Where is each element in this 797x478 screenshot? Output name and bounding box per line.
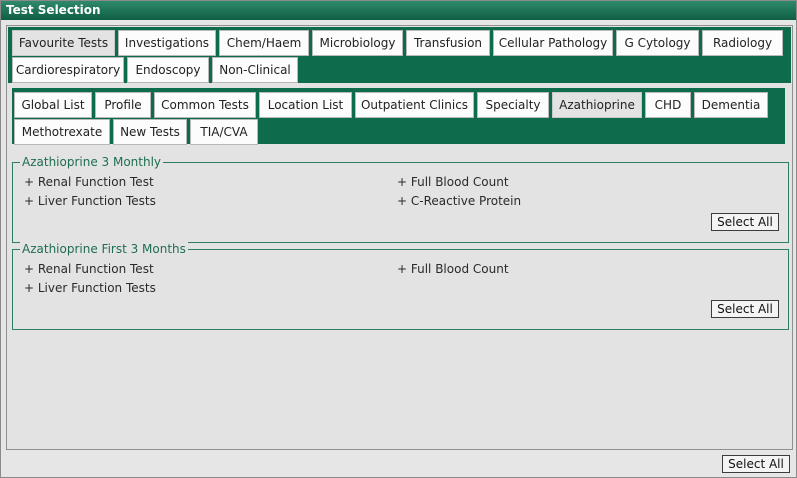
tab-outpatient-clinics[interactable]: Outpatient Clinics (355, 92, 474, 118)
footer-select-all-button[interactable]: Select All (722, 455, 790, 473)
test-full-blood-count[interactable]: + Full Blood Count (397, 262, 509, 276)
group-azathioprine-3-monthly: Azathioprine 3 Monthly + Renal Function … (12, 155, 789, 243)
test-renal-function[interactable]: + Renal Function Test (24, 262, 154, 276)
tab-methotrexate[interactable]: Methotrexate (14, 119, 110, 145)
tab-common-tests[interactable]: Common Tests (154, 92, 256, 118)
tab-investigations[interactable]: Investigations (118, 30, 216, 56)
tab-new-tests[interactable]: New Tests (113, 119, 187, 145)
tab-cardiorespiratory[interactable]: Cardiorespiratory (12, 57, 124, 83)
group-azathioprine-first-3-months: Azathioprine First 3 Months + Renal Func… (12, 242, 789, 330)
tab-chem-haem[interactable]: Chem/Haem (219, 30, 309, 56)
select-all-button[interactable]: Select All (711, 300, 779, 318)
tab-radiology[interactable]: Radiology (702, 30, 783, 56)
test-liver-function[interactable]: + Liver Function Tests (24, 194, 156, 208)
group-title: Azathioprine 3 Monthly (20, 155, 164, 169)
test-selection-window: Test Selection Favourite Tests Investiga… (0, 0, 797, 478)
window-title: Test Selection (1, 1, 796, 20)
tab-tia-cva[interactable]: TIA/CVA (190, 119, 258, 145)
tab-azathioprine[interactable]: Azathioprine (552, 92, 642, 118)
tab-transfusion[interactable]: Transfusion (406, 30, 490, 56)
test-liver-function[interactable]: + Liver Function Tests (24, 281, 156, 295)
tab-favourite-tests[interactable]: Favourite Tests (12, 30, 115, 56)
tab-endoscopy[interactable]: Endoscopy (127, 57, 209, 83)
tab-location-list[interactable]: Location List (259, 92, 352, 118)
tab-chd[interactable]: CHD (645, 92, 691, 118)
tab-microbiology[interactable]: Microbiology (312, 30, 403, 56)
tab-cellular-pathology[interactable]: Cellular Pathology (493, 30, 613, 56)
test-c-reactive-protein[interactable]: + C-Reactive Protein (397, 194, 521, 208)
test-full-blood-count[interactable]: + Full Blood Count (397, 175, 509, 189)
category-tab-strip: Favourite Tests Investigations Chem/Haem… (8, 27, 791, 83)
test-renal-function[interactable]: + Renal Function Test (24, 175, 154, 189)
select-all-button[interactable]: Select All (711, 213, 779, 231)
group-title: Azathioprine First 3 Months (20, 242, 188, 256)
tab-non-clinical[interactable]: Non-Clinical (212, 57, 298, 83)
test-selection-panel: Favourite Tests Investigations Chem/Haem… (6, 25, 793, 450)
tab-g-cytology[interactable]: G Cytology (616, 30, 699, 56)
tab-specialty[interactable]: Specialty (477, 92, 549, 118)
tab-dementia[interactable]: Dementia (694, 92, 768, 118)
list-tab-strip: Global List Profile Common Tests Locatio… (12, 88, 785, 145)
tab-profile[interactable]: Profile (95, 92, 151, 118)
tab-global-list[interactable]: Global List (14, 92, 92, 118)
